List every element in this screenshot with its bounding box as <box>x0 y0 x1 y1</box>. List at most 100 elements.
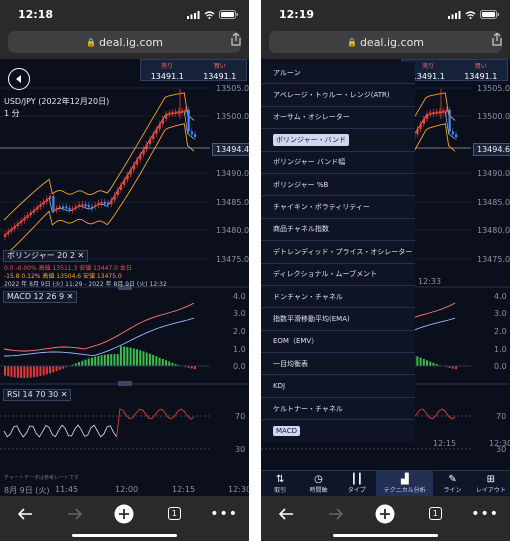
indicator-menu-item[interactable]: ディレクショナル・ムーブメント <box>261 264 415 286</box>
candle-body <box>455 134 458 137</box>
indicator-menu-label: ディレクショナル・ムーブメント <box>273 270 378 279</box>
macd-histogram-bar <box>13 366 16 378</box>
candle-body <box>71 208 74 211</box>
candle-body <box>139 154 142 160</box>
tabs-button[interactable]: 1 <box>420 503 450 525</box>
candle-body <box>116 190 119 196</box>
toolbar-trade[interactable]: ⇅ 取引 <box>261 471 299 496</box>
remove-indicator-icon[interactable]: ✕ <box>61 390 68 399</box>
new-tab-button[interactable] <box>109 503 139 525</box>
indicator-menu-item[interactable]: 指数平滑移動平均(EMA) <box>261 308 415 331</box>
candle-body <box>61 206 65 209</box>
macd-histogram-bar <box>39 366 42 377</box>
macd-histogram-bar <box>113 354 116 366</box>
remove-indicator-icon[interactable]: ✕ <box>67 292 74 301</box>
url-field[interactable]: 🔒 deal.ig.com <box>269 31 502 53</box>
macd-histogram-bar <box>84 359 87 366</box>
toolbar-layout[interactable]: ⊞ レイアウト <box>472 471 510 496</box>
tabs-button[interactable]: 1 <box>159 503 189 525</box>
indicator-menu-label: ボリンジャー %B <box>273 180 329 189</box>
time-axis-label: 11:45 <box>55 485 79 494</box>
bollinger-text: ボリンジャー 20 2 <box>7 251 75 260</box>
indicator-menu-item[interactable]: アルーン <box>261 62 415 85</box>
bollinger-lower-line <box>3 123 195 257</box>
bollinger-indicator-label[interactable]: ボリンジャー 20 2 ✕ <box>3 250 89 262</box>
indicator-menu-item[interactable]: ボリンジャー・バンド <box>261 129 415 152</box>
more-button[interactable]: ••• <box>470 503 500 525</box>
status-icons <box>187 10 239 19</box>
indicator-menu-label: ボリンジャー・バンド <box>273 133 349 146</box>
price-axis-label: 13490.0 <box>216 169 249 178</box>
toolbar-line[interactable]: ✎ ライン <box>433 471 471 496</box>
signal-icon <box>448 10 461 19</box>
candle-body <box>42 201 45 205</box>
indicator-menu-item[interactable]: 一目均衡表 <box>261 353 415 376</box>
chart-toolbar: ⇅ 取引 ◷ 時間軸 ┃┃ タイプ ▟ テクニカル分析 ✎ ライン ⊞ レイアウト <box>261 470 510 496</box>
indicator-menu-item[interactable]: EOM（EMV） <box>261 331 415 354</box>
more-icon: ••• <box>471 505 499 522</box>
indicator-menu-item[interactable]: 商品チャネル指数 <box>261 219 415 242</box>
toolbar-type[interactable]: ┃┃ タイプ <box>338 471 376 496</box>
chart-area[interactable]: 売り 13491.1 買い 13491.1 13505.0 13500.0 1349… <box>261 59 510 496</box>
status-bar: 12:19 <box>261 0 510 28</box>
toolbar-timeframe[interactable]: ◷ 時間軸 <box>299 471 337 496</box>
share-icon[interactable] <box>492 33 502 46</box>
share-icon[interactable] <box>231 33 241 46</box>
candle-body <box>10 228 13 232</box>
macd-histogram-bar <box>145 352 148 366</box>
rsi-indicator-label[interactable]: RSI 14 70 30 ✕ <box>3 389 72 401</box>
macd-histogram-bar <box>23 366 26 378</box>
macd-histogram-bar <box>110 354 113 366</box>
indicator-menu-item[interactable]: チャイキン・ボラティリティー <box>261 196 415 219</box>
candle-body <box>419 123 422 130</box>
trade-arrows-icon: ⇅ <box>275 473 285 485</box>
macd-indicator-label[interactable]: MACD 12 26 9 ✕ <box>3 291 78 303</box>
macd-histogram-bar <box>426 360 429 366</box>
candle-body <box>451 131 454 135</box>
indicator-menu-item[interactable]: オーサム・オシレーター <box>261 107 415 130</box>
candle-body <box>103 201 107 204</box>
indicator-menu-item[interactable]: KDJ <box>261 375 415 398</box>
forward-nav-button[interactable] <box>60 503 90 525</box>
candle-body <box>145 144 148 150</box>
macd-axis-label: 0.0 <box>233 362 246 371</box>
candle-body <box>136 159 139 165</box>
macd-histogram-bar <box>107 354 110 366</box>
candle-body <box>152 134 155 140</box>
forward-nav-button[interactable] <box>321 503 351 525</box>
new-tab-button[interactable] <box>370 503 400 525</box>
indicator-menu-item[interactable]: ドンチャン・チャネル <box>261 286 415 309</box>
indicator-menu-item[interactable]: デトレンディッド・プライス・オシレーター <box>261 241 415 264</box>
time-axis-label: 12:15 <box>433 439 457 448</box>
current-price-badge: 13494.6 <box>473 143 510 156</box>
indicator-menu-item[interactable]: ボリンジャー %B <box>261 174 415 197</box>
back-nav-button[interactable] <box>271 503 301 525</box>
candle-body <box>100 201 103 204</box>
indicator-menu-item[interactable]: ボリンジャー バンド幅 <box>261 152 415 174</box>
price-axis-label: 13485.0 <box>216 198 249 207</box>
plus-icon <box>375 504 395 523</box>
url-field[interactable]: 🔒 deal.ig.com <box>8 31 241 53</box>
remove-indicator-icon[interactable]: ✕ <box>78 251 85 260</box>
back-button[interactable] <box>8 68 30 90</box>
layout-grid-icon: ⊞ <box>486 473 496 485</box>
indicator-menu-label: ケルトナー・チャネル <box>273 404 343 413</box>
indicator-menu-item[interactable]: アベレージ・トゥルー・レンジ(ATR) <box>261 84 415 107</box>
indicator-menu-item[interactable]: MACD <box>261 420 415 442</box>
macd-histogram-bar <box>161 358 164 366</box>
status-time: 12:19 <box>279 8 315 21</box>
indicator-menu-item[interactable]: ケルトナー・チャネル <box>261 398 415 421</box>
chart-area[interactable]: 売り 13491.1 買い 13491.1 USD/JPY (2022年12月20日… <box>0 59 249 496</box>
back-nav-button[interactable] <box>10 503 40 525</box>
macd-histogram-bar <box>7 366 10 377</box>
wifi-icon <box>465 10 476 19</box>
macd-histogram-bar <box>42 366 45 376</box>
chart-data-note: チャートデータは参考レートです <box>4 475 79 481</box>
macd-line <box>3 302 195 352</box>
buy-price-button[interactable]: 買い 13491.1 <box>194 60 247 81</box>
candle-body <box>171 111 174 114</box>
sell-price-button[interactable]: 売り 13491.1 <box>141 60 194 81</box>
more-button[interactable]: ••• <box>209 503 239 525</box>
buy-price-button[interactable]: 買い 13491.1 <box>455 60 508 81</box>
toolbar-technical-analysis[interactable]: ▟ テクニカル分析 <box>375 471 434 496</box>
